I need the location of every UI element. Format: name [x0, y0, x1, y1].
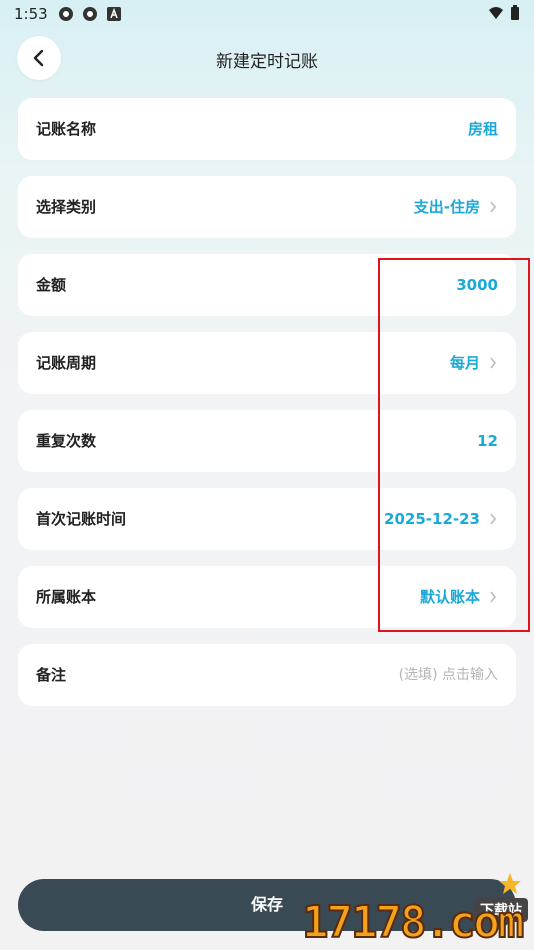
star-icon: [499, 873, 521, 894]
status-bar: 1:53: [0, 0, 534, 28]
row-label: 首次记账时间: [36, 510, 127, 528]
status-time: 1:53: [14, 5, 48, 23]
wifi-icon: [489, 7, 503, 19]
row-label: 选择类别: [36, 198, 97, 216]
system-icons: [488, 5, 520, 21]
page-title: 新建定时记账: [216, 52, 318, 72]
a-notification-icon: [107, 7, 121, 21]
row-label: 记账周期: [36, 354, 97, 372]
row-label: 金额: [36, 276, 67, 294]
battery-icon: [511, 5, 519, 20]
name-value[interactable]: 房租: [468, 98, 498, 160]
app-notification-icon: [83, 7, 97, 21]
app-notification-icon: [59, 7, 73, 21]
row-label: 记账名称: [36, 120, 97, 138]
chevron-right-icon: [490, 201, 497, 213]
note-row[interactable]: 备注 (选填) 点击输入: [18, 644, 516, 706]
notification-icons: [58, 6, 122, 22]
row-label: 备注: [36, 666, 67, 684]
watermark-text: 17178.com: [301, 896, 525, 949]
highlight-box: [378, 258, 530, 632]
row-label: 重复次数: [36, 432, 97, 450]
category-row[interactable]: 选择类别 支出-住房: [18, 176, 516, 238]
note-input[interactable]: (选填) 点击输入: [399, 644, 498, 706]
name-row[interactable]: 记账名称 房租: [18, 98, 516, 160]
header: 新建定时记账: [0, 36, 534, 84]
watermark: 下载站 17178.com: [301, 866, 532, 949]
row-label: 所属账本: [36, 588, 97, 606]
category-value: 支出-住房: [413, 198, 480, 216]
